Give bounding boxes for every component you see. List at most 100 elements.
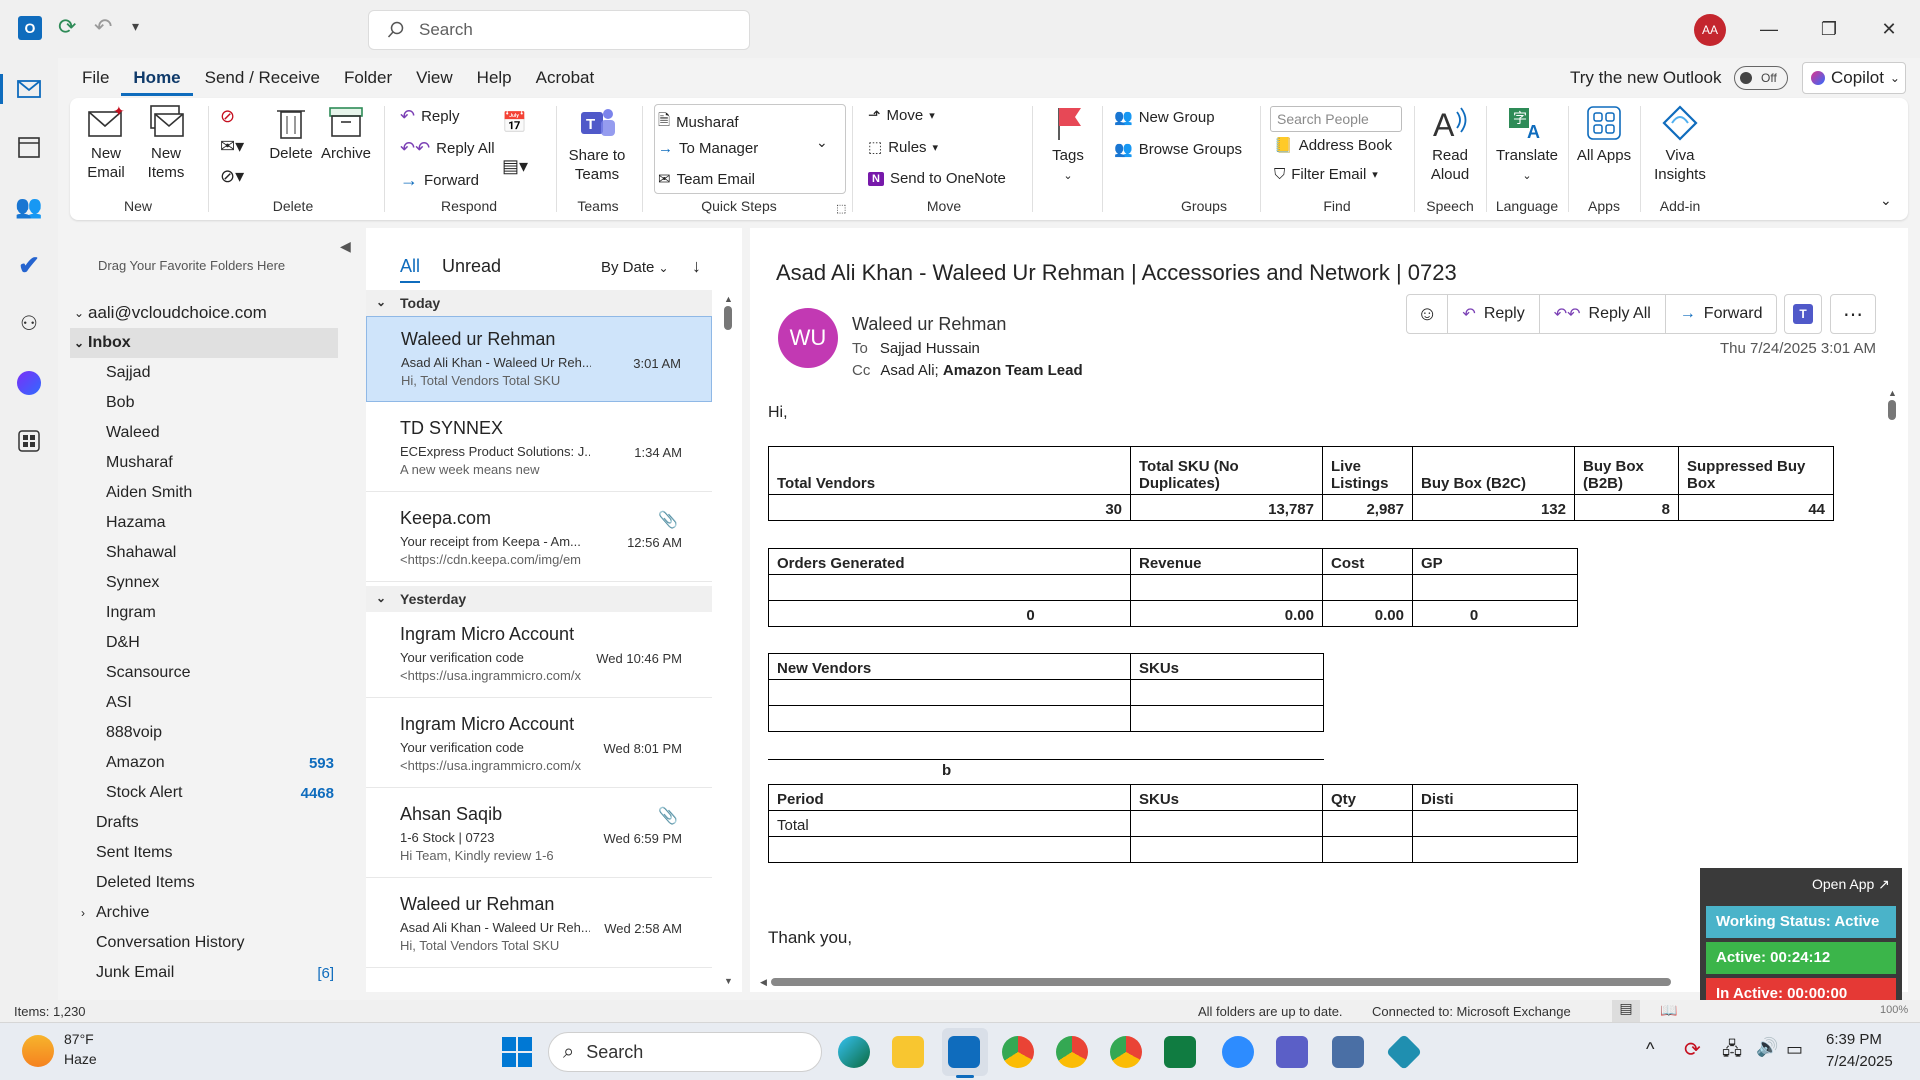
move-button[interactable]: ⬏ Move ▾: [868, 106, 935, 125]
new-outlook-toggle[interactable]: Off: [1734, 66, 1788, 90]
message-item[interactable]: Waleed ur Rehman Asad Ali Khan - Waleed U…: [366, 882, 712, 968]
close-button[interactable]: ✕: [1860, 0, 1918, 58]
dialog-launcher-icon[interactable]: ⬚: [836, 202, 846, 215]
folder-item[interactable]: Conversation History: [70, 928, 360, 958]
cc-recipient[interactable]: Asad Ali;: [880, 362, 943, 379]
read-aloud-button[interactable]: A Read Aloud: [1420, 104, 1480, 184]
groups-icon[interactable]: ⚇: [14, 308, 44, 338]
meeting-icon[interactable]: 📅: [502, 110, 527, 135]
menu-file[interactable]: File: [70, 62, 121, 96]
translate-button[interactable]: 字A Translate ⌄: [1490, 104, 1564, 186]
tab-all[interactable]: All: [400, 256, 421, 283]
folder-item[interactable]: Ingram: [70, 598, 360, 628]
weather-temp[interactable]: 87°F: [64, 1031, 94, 1047]
quick-step-musharaf[interactable]: 🗎 Musharaf: [658, 110, 739, 135]
menu-folder[interactable]: Folder: [332, 62, 404, 96]
folder-item[interactable]: Amazon 593: [70, 748, 360, 778]
scroll-down-icon[interactable]: ▼: [724, 976, 733, 986]
quick-step-team-email[interactable]: ✉ Team Email: [658, 170, 755, 189]
message-item[interactable]: Keepa.com Your receipt from Keepa - Am...…: [366, 496, 712, 582]
chrome-icon[interactable]: [1002, 1036, 1034, 1068]
horizontal-scrollbar[interactable]: ◀: [760, 976, 1710, 988]
file-explorer-icon[interactable]: [892, 1036, 924, 1068]
menu-help[interactable]: Help: [465, 62, 524, 96]
viva-insights-button[interactable]: Viva Insights: [1644, 104, 1716, 184]
address-book-button[interactable]: 📒 Address Book: [1274, 136, 1392, 155]
excel-icon[interactable]: [1164, 1036, 1196, 1068]
folder-item[interactable]: Scansource: [70, 658, 360, 688]
battery-icon[interactable]: ▭: [1786, 1039, 1803, 1060]
tab-unread[interactable]: Unread: [442, 256, 501, 277]
reading-reply-all-button[interactable]: ↶↶ Reply All: [1540, 295, 1666, 333]
clock-date[interactable]: 7/24/2025: [1826, 1053, 1893, 1070]
tags-button[interactable]: Tags ⌄: [1038, 104, 1098, 186]
folder-item[interactable]: Waleed: [70, 418, 360, 448]
menu-view[interactable]: View: [404, 62, 465, 96]
emoji-react-button[interactable]: ☺: [1407, 295, 1449, 333]
account-header[interactable]: ⌄ aali@vcloudchoice.com: [70, 298, 360, 328]
copilot-button[interactable]: Copilot ⌄: [1802, 62, 1906, 94]
undo-icon[interactable]: ↶: [94, 14, 112, 40]
volume-icon[interactable]: 🔊: [1756, 1037, 1778, 1058]
qat-dropdown-icon[interactable]: ▾: [132, 18, 139, 35]
zoom-icon[interactable]: [1222, 1036, 1254, 1068]
menu-acrobat[interactable]: Acrobat: [524, 62, 607, 96]
collapse-pane-icon[interactable]: ◀: [340, 238, 351, 255]
normal-view-icon[interactable]: ▤: [1612, 1000, 1640, 1022]
browse-groups-button[interactable]: 👥 Browse Groups: [1114, 140, 1242, 159]
reading-forward-button[interactable]: → Forward: [1666, 295, 1777, 333]
teams-taskbar-icon[interactable]: [1276, 1036, 1308, 1068]
new-email-button[interactable]: ✦ New Email: [78, 104, 134, 182]
reply-button[interactable]: ↶ Reply: [400, 106, 459, 127]
new-items-button[interactable]: New Items: [136, 104, 196, 182]
delete-button[interactable]: Delete: [266, 104, 316, 163]
collapse-ribbon-icon[interactable]: ⌄: [1880, 192, 1892, 209]
cc-recipient-bold[interactable]: Amazon Team Lead: [943, 362, 1083, 379]
calculator-icon[interactable]: [1332, 1036, 1364, 1068]
mail-icon[interactable]: [14, 74, 44, 104]
apps-icon[interactable]: [14, 426, 44, 456]
sync-icon[interactable]: ⟳: [58, 14, 76, 40]
group-header-yesterday[interactable]: ⌄ Yesterday: [366, 586, 712, 612]
folder-item[interactable]: Synnex: [70, 568, 360, 598]
send-to-onenote-button[interactable]: N Send to OneNote: [868, 170, 1006, 187]
message-item[interactable]: TD SYNNEX ECExpress Product Solutions: J.…: [366, 406, 712, 492]
message-item[interactable]: Ingram Micro Account Your verification co…: [366, 612, 712, 698]
filter-email-button[interactable]: ⛉ Filter Email ▾: [1274, 166, 1378, 183]
calendar-icon[interactable]: [14, 132, 44, 162]
quick-step-to-manager[interactable]: → To Manager: [658, 140, 758, 157]
chrome-icon[interactable]: [1110, 1036, 1142, 1068]
todo-icon[interactable]: ✔: [14, 250, 44, 280]
network-icon[interactable]: 🖧: [1722, 1037, 1742, 1067]
forward-button[interactable]: → Forward: [400, 170, 479, 191]
reading-reply-button[interactable]: ↶ Reply: [1448, 295, 1540, 333]
tray-sync-icon[interactable]: ⟳: [1684, 1037, 1701, 1062]
folder-item[interactable]: Hazama: [70, 508, 360, 538]
all-apps-button[interactable]: All Apps: [1572, 104, 1636, 165]
folder-item[interactable]: Stock Alert 4468: [70, 778, 360, 808]
taskbar-search[interactable]: ⌕ Search: [548, 1032, 822, 1072]
folder-item[interactable]: D&H: [70, 628, 360, 658]
sender-avatar[interactable]: WU: [778, 308, 838, 368]
quick-steps-scroll[interactable]: ⌄: [816, 134, 828, 151]
weather-icon[interactable]: [22, 1035, 54, 1067]
ignore-icon[interactable]: ⊘: [220, 106, 235, 127]
restore-button[interactable]: ❐: [1800, 0, 1858, 58]
folder-item[interactable]: 888voip: [70, 718, 360, 748]
message-item[interactable]: Ahsan Saqib 1-6 Stock | 0723 Hi Team, Kind…: [366, 792, 712, 878]
weather-condition[interactable]: Haze: [64, 1051, 97, 1067]
chrome-icon[interactable]: [1056, 1036, 1088, 1068]
search-people-input[interactable]: Search People: [1270, 106, 1402, 132]
sender-name[interactable]: Waleed ur Rehman: [852, 314, 1006, 335]
clock-time[interactable]: 6:39 PM: [1826, 1031, 1882, 1048]
folder-item[interactable]: Bob: [70, 388, 360, 418]
rules-button[interactable]: ⬚ Rules ▾: [868, 138, 938, 157]
menu-send-receive[interactable]: Send / Receive: [193, 62, 332, 96]
folder-item[interactable]: Musharaf: [70, 448, 360, 478]
copilot-rail-icon[interactable]: [14, 368, 44, 398]
sort-direction-icon[interactable]: ↓: [692, 256, 701, 277]
folder-item[interactable]: Aiden Smith: [70, 478, 360, 508]
search-box[interactable]: Search: [368, 10, 750, 50]
edge-icon[interactable]: [838, 1036, 870, 1068]
junk-icon[interactable]: ⊘▾: [220, 166, 244, 187]
